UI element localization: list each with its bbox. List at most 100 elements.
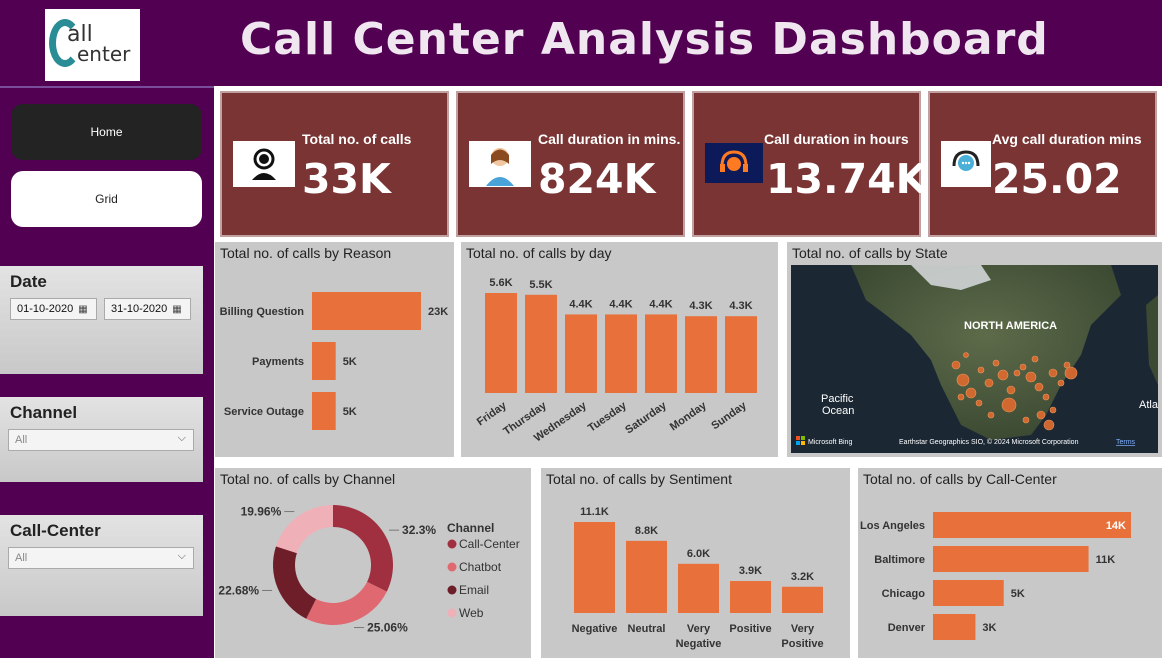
- map-ocean-label: Ocean: [822, 405, 854, 417]
- kpi-call-duration-mins: Call duration in mins. 824K: [456, 91, 685, 237]
- header: all enter Call Center Analysis Dashboard: [0, 0, 1162, 86]
- data-label: 3K: [982, 622, 996, 634]
- category-label: Friday: [475, 399, 510, 428]
- bar: [725, 316, 757, 393]
- bar: [933, 580, 1004, 606]
- data-label: 4.3K: [689, 300, 712, 312]
- calls-by-call-center-chart: Los Angeles 14K Baltimore 11K Chicago 5K Denve…: [858, 468, 1162, 658]
- data-label: 4.3K: [729, 300, 752, 312]
- category-label: Positive: [729, 623, 771, 635]
- data-label: 5K: [343, 406, 357, 418]
- bar: [312, 292, 421, 330]
- grid-button[interactable]: Grid: [11, 171, 202, 227]
- category-label: Payments: [252, 356, 304, 368]
- bar: [312, 342, 336, 380]
- calendar-icon[interactable]: ▦: [78, 304, 87, 315]
- donut-slice: [333, 505, 393, 592]
- kpi-avg-call-duration: Avg call duration mins 25.02: [928, 91, 1157, 237]
- data-label: 5K: [343, 356, 357, 368]
- headset-icon: [705, 143, 763, 183]
- bar: [645, 314, 677, 393]
- start-date-field[interactable]: 01-10-2020 ▦: [10, 298, 97, 320]
- category-label: Neutral: [628, 623, 666, 635]
- category-label: Billing Question: [220, 306, 305, 318]
- call-center-slicer-label: Call-Center: [10, 521, 101, 540]
- chevron-down-icon[interactable]: ⌵: [178, 550, 186, 563]
- legend-item: Chatbot: [459, 560, 502, 574]
- category-label: Tuesday: [586, 399, 629, 434]
- category-label: Very: [687, 623, 711, 635]
- category-label: Positive: [781, 638, 823, 650]
- data-label: 5.6K: [489, 277, 512, 289]
- map-attribution: Earthstar Geographics SIO, © 2024 Micros…: [899, 438, 1079, 446]
- donut-slice: [275, 505, 333, 554]
- legend-marker: [447, 539, 457, 549]
- category-label: Negative: [676, 638, 722, 650]
- category-label: Very: [791, 623, 815, 635]
- data-label: 22.68%: [218, 583, 259, 597]
- data-label: 4.4K: [609, 298, 632, 310]
- data-label: 14K: [1106, 520, 1126, 532]
- end-date-field[interactable]: 31-10-2020 ▦: [104, 298, 191, 320]
- bar: [525, 294, 557, 393]
- data-label: 11K: [1096, 554, 1116, 566]
- map-brand: Microsoft Bing: [808, 439, 852, 446]
- map-region-label: NORTH AMERICA: [964, 320, 1057, 332]
- chevron-down-icon[interactable]: ⌵: [178, 432, 186, 445]
- call-center-slicer: Call-Center All ⌵: [0, 515, 203, 616]
- bar: [312, 392, 336, 430]
- bar: [485, 293, 517, 393]
- home-button[interactable]: Home: [11, 104, 202, 160]
- data-label: 5.5K: [529, 279, 552, 291]
- data-label: 25.06%: [367, 621, 408, 635]
- bar: [933, 546, 1089, 572]
- legend-item: Call-Center: [459, 537, 520, 551]
- page-title: Call Center Analysis Dashboard: [240, 14, 1049, 65]
- calls-by-state-map[interactable]: NORTH AMERICA Pacific Ocean Atla Microso…: [791, 265, 1158, 453]
- data-label: 11.1K: [580, 506, 609, 518]
- category-label: Service Outage: [224, 406, 304, 418]
- calls-by-sentiment-chart: 11.1K Negative 8.8K Neutral 6.0K Very Negative…: [541, 468, 850, 658]
- data-label: 8.8K: [635, 525, 658, 537]
- bar: [685, 316, 717, 393]
- donut-slice: [306, 581, 387, 625]
- kpi-total-calls: Total no. of calls 33K: [220, 91, 449, 237]
- bar: [626, 540, 667, 613]
- data-label: 23K: [428, 306, 448, 318]
- category-label: Denver: [888, 622, 926, 634]
- call-center-logo: all enter: [45, 9, 140, 81]
- category-label: Baltimore: [874, 554, 925, 566]
- category-label: Monday: [668, 399, 710, 433]
- data-label: 19.96%: [241, 505, 282, 519]
- channel-slicer: Channel All ⌵: [0, 397, 203, 482]
- bar: [574, 522, 615, 613]
- data-label: 5K: [1011, 588, 1025, 600]
- channel-slicer-label: Channel: [10, 403, 78, 422]
- call-center-dropdown[interactable]: All ⌵: [8, 547, 194, 569]
- category-label: Los Angeles: [860, 520, 925, 532]
- call-center-icon: [941, 141, 991, 187]
- kpi-call-duration-hours: Call duration in hours 13.74K: [692, 91, 927, 237]
- bar: [933, 614, 976, 640]
- legend-item: Email: [459, 583, 489, 597]
- data-label: 3.2K: [791, 571, 814, 583]
- category-label: Saturday: [623, 399, 669, 436]
- category-label: Sunday: [709, 399, 749, 432]
- legend-marker: [447, 562, 457, 572]
- map-ocean-label: Atla: [1139, 399, 1158, 411]
- legend-item: Web: [459, 606, 484, 620]
- legend-title: Channel: [447, 521, 494, 535]
- bar: [565, 314, 597, 393]
- date-slicer: Date 01-10-2020 ▦ 31-10-2020 ▦: [0, 266, 203, 374]
- bar: [933, 512, 1131, 538]
- map-terms-link[interactable]: Terms: [1116, 439, 1136, 446]
- legend-marker: [447, 608, 457, 618]
- data-label: 3.9K: [739, 565, 762, 577]
- calendar-icon[interactable]: ▦: [172, 304, 181, 315]
- date-slicer-label: Date: [10, 272, 47, 291]
- data-label: 4.4K: [569, 298, 592, 310]
- data-label: 4.4K: [649, 298, 672, 310]
- bar: [605, 314, 637, 393]
- bar: [730, 581, 771, 613]
- channel-dropdown[interactable]: All ⌵: [8, 429, 194, 451]
